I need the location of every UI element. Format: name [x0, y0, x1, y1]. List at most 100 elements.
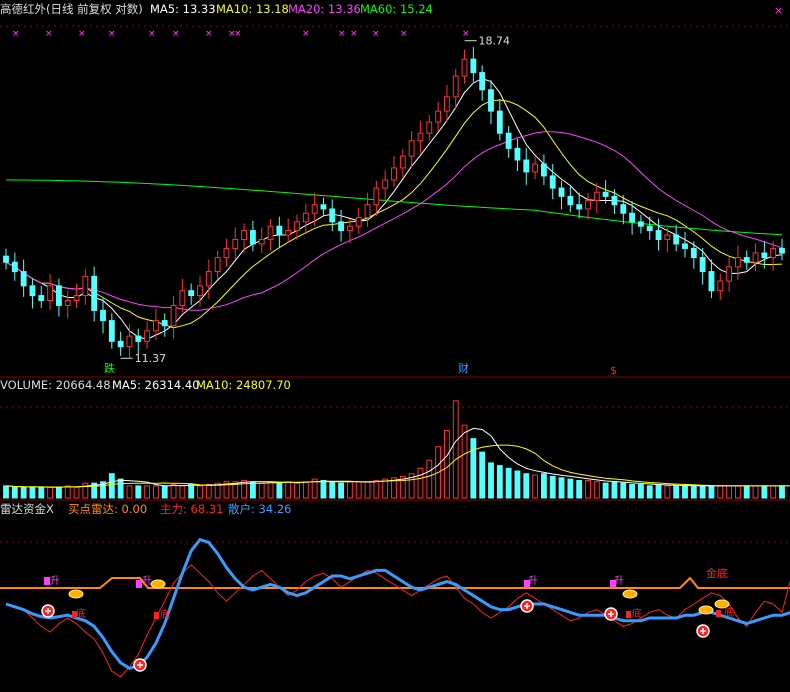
ma60-label: MA60: 15.24 [360, 2, 433, 16]
volume-bar [417, 467, 424, 499]
event-die-marker[interactable]: 跌 [104, 361, 115, 375]
volume-bar [346, 481, 353, 499]
candle-body [267, 225, 274, 240]
retail-label: 散户: 34.26 [228, 502, 291, 516]
volume-bar [567, 478, 574, 499]
volume-bar [364, 481, 371, 499]
ma20-label: MA20: 13.36 [288, 2, 361, 16]
candle-body [205, 271, 212, 287]
event-cai-marker[interactable]: 财 [458, 361, 469, 375]
volume-bar [338, 482, 345, 499]
stock-chart: 高德红外(日线 前复权 对数) MA5: 13.33 MA10: 13.18 M… [0, 0, 790, 692]
candle-body [302, 212, 309, 223]
candle-body [38, 295, 45, 301]
candle-body [294, 221, 300, 232]
volume-bar [285, 481, 292, 499]
volume-bar [708, 485, 715, 499]
candle-body [3, 255, 9, 263]
top-x-markers: × × × × × × × ×× × × × × × × [12, 29, 470, 39]
top-marker-x-icon: × [302, 29, 310, 39]
volume-bar [655, 484, 662, 499]
candle-body [743, 257, 750, 263]
volume-label: VOLUME: 20664.48 [0, 378, 111, 392]
volume-bar [276, 482, 283, 499]
volume-bar [29, 486, 36, 499]
sheng-label-2: 升 [142, 575, 152, 587]
candle-body [55, 285, 62, 306]
candle-body [144, 330, 151, 342]
candle-body [734, 257, 741, 268]
candle-body [611, 195, 618, 206]
volume-bar [496, 465, 503, 499]
volume-bar [558, 477, 565, 499]
buy-radar-label: 买点雷达: 0.00 [68, 502, 147, 516]
top-marker-x-icon: × [372, 29, 380, 39]
candle-body [585, 200, 591, 210]
candle-body [620, 204, 627, 214]
volume-bar [152, 485, 159, 499]
settings-x-icon[interactable]: × [774, 4, 783, 17]
main-force-label: 主力: 68.31 [160, 502, 223, 516]
candle-body [664, 234, 671, 240]
volume-bar [488, 462, 494, 499]
event-dollar-marker[interactable]: $ [610, 364, 617, 377]
volume-bar [20, 486, 27, 499]
volume-bar [11, 486, 18, 499]
candle-body [170, 304, 177, 327]
volume-bar [505, 467, 512, 499]
top-marker-x-icon: × [172, 29, 180, 39]
candle-body [461, 58, 468, 77]
volume-bar [249, 481, 256, 499]
candle-body [479, 72, 486, 91]
top-marker-x-icon: × [78, 29, 86, 39]
max-price-label: 18.74 [479, 35, 511, 48]
candle-body [82, 275, 89, 297]
candle-body [364, 204, 371, 219]
gold-ingot-icon [622, 589, 638, 599]
volume-bar [82, 482, 89, 499]
candle-body [435, 110, 442, 123]
candle-body [646, 225, 653, 232]
candle-body [329, 208, 336, 223]
volume-bar [770, 485, 777, 499]
volume-bar [320, 479, 327, 499]
candle-body [496, 110, 503, 134]
candle-body [567, 195, 574, 206]
candle-body [761, 252, 768, 259]
candle-body [532, 163, 539, 173]
top-marker-x-icon: × [350, 29, 358, 39]
candle-body [188, 290, 195, 297]
volume-bar [752, 485, 759, 499]
candle-body [470, 58, 477, 74]
volume-bar [470, 438, 477, 499]
top-marker-x-icon: × [462, 29, 470, 39]
volume-bar [646, 485, 653, 499]
volume-bar [734, 485, 741, 499]
candle-body [346, 225, 353, 232]
candle-body [717, 280, 724, 292]
top-marker-x-icon: × [205, 29, 213, 39]
volume-bar [779, 485, 785, 499]
candle-body [655, 230, 662, 240]
volume-bar [523, 473, 530, 499]
candle-body [100, 309, 106, 322]
candle-body [373, 187, 380, 206]
volume-bar [38, 486, 45, 499]
volume-bar [302, 481, 309, 499]
candle-body [73, 295, 80, 301]
volume-bar [673, 485, 680, 499]
min-price-label: 11.37 [135, 352, 167, 365]
volume-bar [540, 473, 547, 499]
candle-body [540, 163, 547, 177]
candle-body [126, 335, 133, 348]
volume-bar [717, 485, 724, 499]
volume-bar [576, 479, 583, 499]
candle-body [135, 335, 142, 342]
candle-body [452, 75, 459, 98]
ma10-label: MA10: 13.18 [216, 2, 289, 16]
candle-body [576, 204, 583, 210]
sheng-label-4: 升 [614, 575, 624, 587]
volume-bar [629, 484, 636, 499]
volume-bar [637, 484, 644, 499]
volume-bar [47, 486, 54, 499]
